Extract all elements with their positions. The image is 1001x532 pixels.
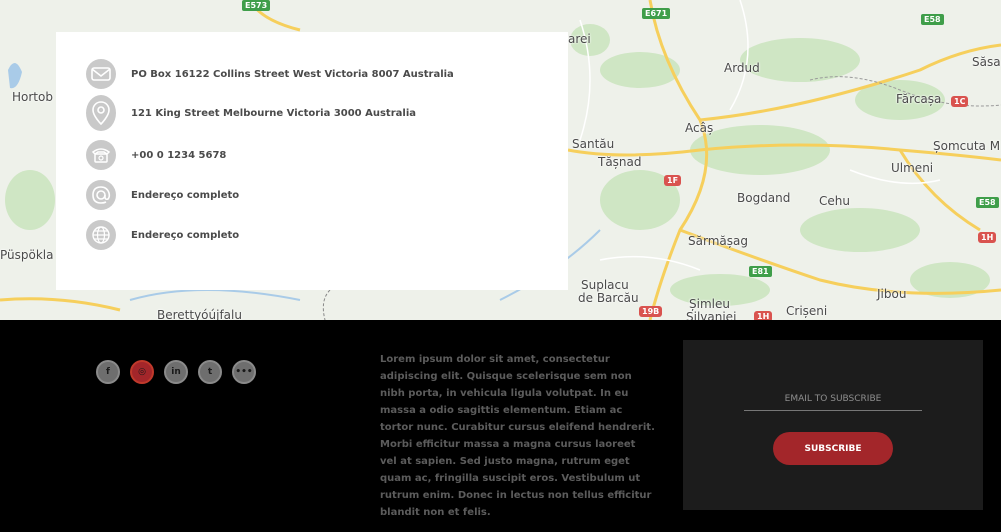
envelope-icon bbox=[86, 59, 116, 89]
facebook-icon[interactable]: f bbox=[96, 360, 120, 384]
map-label-puspokladany: Püspökla bbox=[0, 248, 54, 262]
road-badge-e573: E573 bbox=[242, 0, 271, 11]
contact-card: PO Box 16122 Collins Street West Victori… bbox=[56, 32, 568, 290]
map-label-jibou: Jibou bbox=[877, 287, 907, 301]
map-label-sasar: Săsa bbox=[972, 55, 1001, 69]
map-label-farcasa: Fărcașa bbox=[896, 92, 942, 106]
twitter-icon[interactable]: t bbox=[198, 360, 222, 384]
map-label-tasnad: Tășnad bbox=[598, 155, 642, 169]
contact-row-phone: +00 0 1234 5678 bbox=[86, 140, 226, 170]
road-badge-e81: E81 bbox=[749, 266, 772, 277]
contact-address-text: 121 King Street Melbourne Victoria 3000 … bbox=[131, 107, 416, 119]
map-label-somcuta: Șomcuta M bbox=[933, 139, 1001, 153]
instagram-icon[interactable]: ◎ bbox=[130, 360, 154, 384]
map-label-criseni: Crișeni bbox=[786, 304, 828, 318]
road-badge-e58: E58 bbox=[921, 14, 944, 25]
map-label-arei: arei bbox=[568, 32, 591, 46]
footer: f ◎ in t ••• Lorem ipsum dolor sit amet,… bbox=[0, 320, 1001, 532]
map-label-simleu: Șimleu bbox=[689, 297, 730, 311]
road-badge-1h-2: 1H bbox=[754, 311, 773, 320]
contact-row-address: 121 King Street Melbourne Victoria 3000 … bbox=[86, 95, 416, 131]
flickr-glyph: ••• bbox=[235, 367, 253, 377]
road-badge-1f: 1F bbox=[664, 175, 682, 186]
road-badge-1c: 1C bbox=[951, 96, 969, 107]
footer-about-text: Lorem ipsum dolor sit amet, consectetur … bbox=[380, 354, 655, 518]
globe-icon bbox=[86, 220, 116, 250]
map-label-silvaniei: Silvaniei bbox=[686, 310, 737, 320]
contact-phone-text[interactable]: +00 0 1234 5678 bbox=[131, 150, 226, 161]
phone-icon bbox=[86, 140, 116, 170]
contact-website-text[interactable]: Endereço completo bbox=[131, 230, 239, 241]
map-label-ulmeni: Ulmeni bbox=[891, 161, 934, 175]
contact-row-website: Endereço completo bbox=[86, 220, 239, 250]
facebook-glyph: f bbox=[106, 367, 110, 377]
map-label-cehu: Cehu bbox=[819, 194, 850, 208]
location-pin-icon bbox=[86, 95, 116, 131]
twitter-glyph: t bbox=[207, 367, 213, 377]
map-label-berettyoujfalu: Berettyóújfalu bbox=[157, 308, 242, 320]
contact-postal-text: PO Box 16122 Collins Street West Victori… bbox=[131, 68, 454, 80]
road-badge-1h: 1H bbox=[978, 232, 997, 243]
social-links: f ◎ in t ••• bbox=[96, 360, 266, 384]
subscribe-button[interactable]: SUBSCRIBE bbox=[773, 432, 893, 465]
map-label-sarmasag: Sărmășag bbox=[688, 234, 748, 248]
flickr-icon[interactable]: ••• bbox=[232, 360, 256, 384]
contact-email-text[interactable]: Endereço completo bbox=[131, 190, 239, 201]
road-badge-e671: E671 bbox=[642, 8, 671, 19]
map-label-acas: Acâș bbox=[685, 121, 714, 135]
map-label-de-barcau: de Barcău bbox=[578, 291, 639, 305]
contact-row-email: Endereço completo bbox=[86, 180, 239, 210]
map-label-santau: Santău bbox=[572, 137, 615, 151]
road-badge-19b: 19B bbox=[639, 306, 663, 317]
email-subscribe-input[interactable] bbox=[744, 388, 922, 411]
linkedin-glyph: in bbox=[171, 367, 181, 377]
map-label-suplacu: Suplacu bbox=[581, 278, 629, 292]
map-label-hortobagy: Hortob bbox=[12, 90, 53, 104]
at-sign-icon bbox=[86, 180, 116, 210]
map-label-ardud: Ardud bbox=[724, 61, 760, 75]
map-label-bogdand: Bogdand bbox=[737, 191, 791, 205]
linkedin-icon[interactable]: in bbox=[164, 360, 188, 384]
subscribe-box: SUBSCRIBE bbox=[683, 340, 983, 510]
instagram-glyph: ◎ bbox=[138, 367, 146, 377]
contact-row-postal: PO Box 16122 Collins Street West Victori… bbox=[86, 59, 454, 89]
road-badge-e58-2: E58 bbox=[976, 197, 999, 208]
